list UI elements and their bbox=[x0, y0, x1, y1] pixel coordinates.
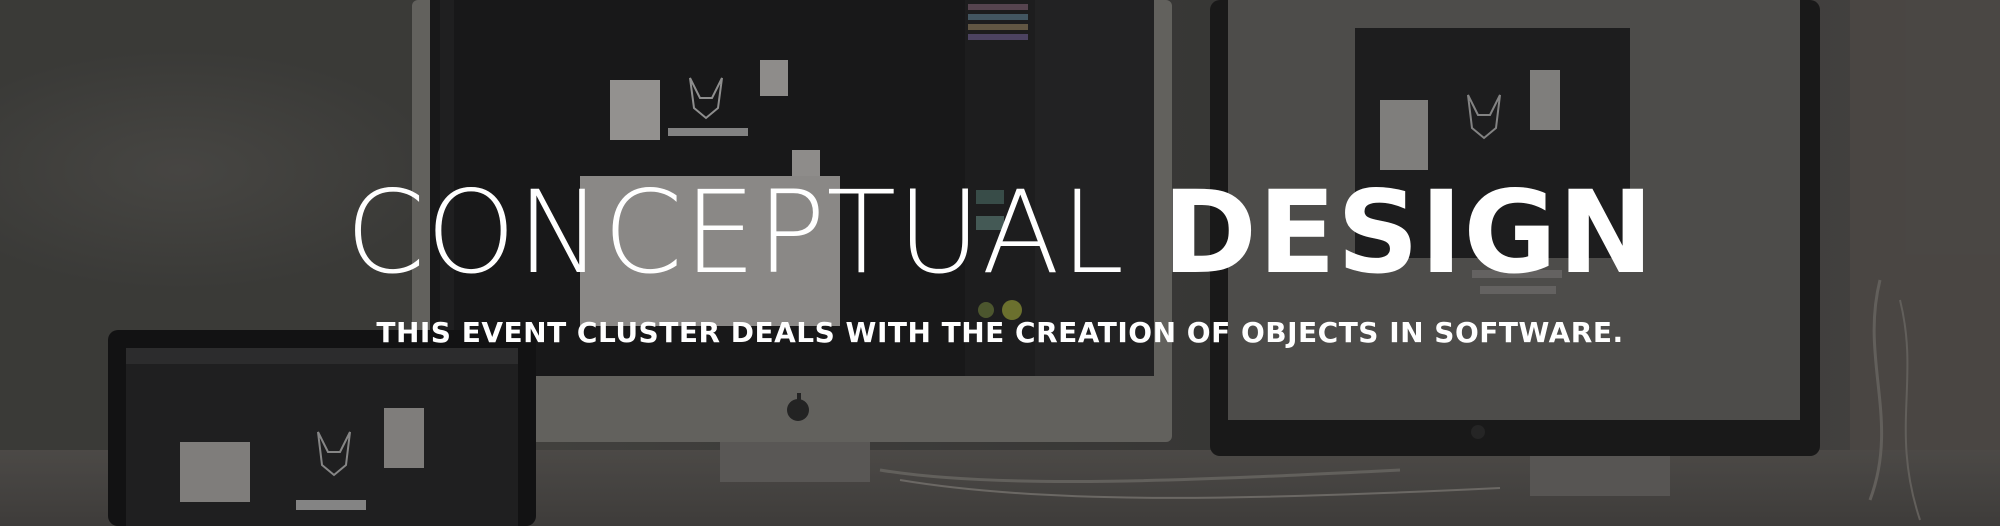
headline-light-word: CONCEPTUAL bbox=[345, 166, 1126, 299]
banner-tagline: THIS EVENT CLUSTER DEALS WITH THE CREATI… bbox=[376, 316, 1624, 349]
banner-headline: CONCEPTUAL DESIGN bbox=[0, 168, 2000, 298]
headline-bold-word: DESIGN bbox=[1162, 166, 1655, 299]
